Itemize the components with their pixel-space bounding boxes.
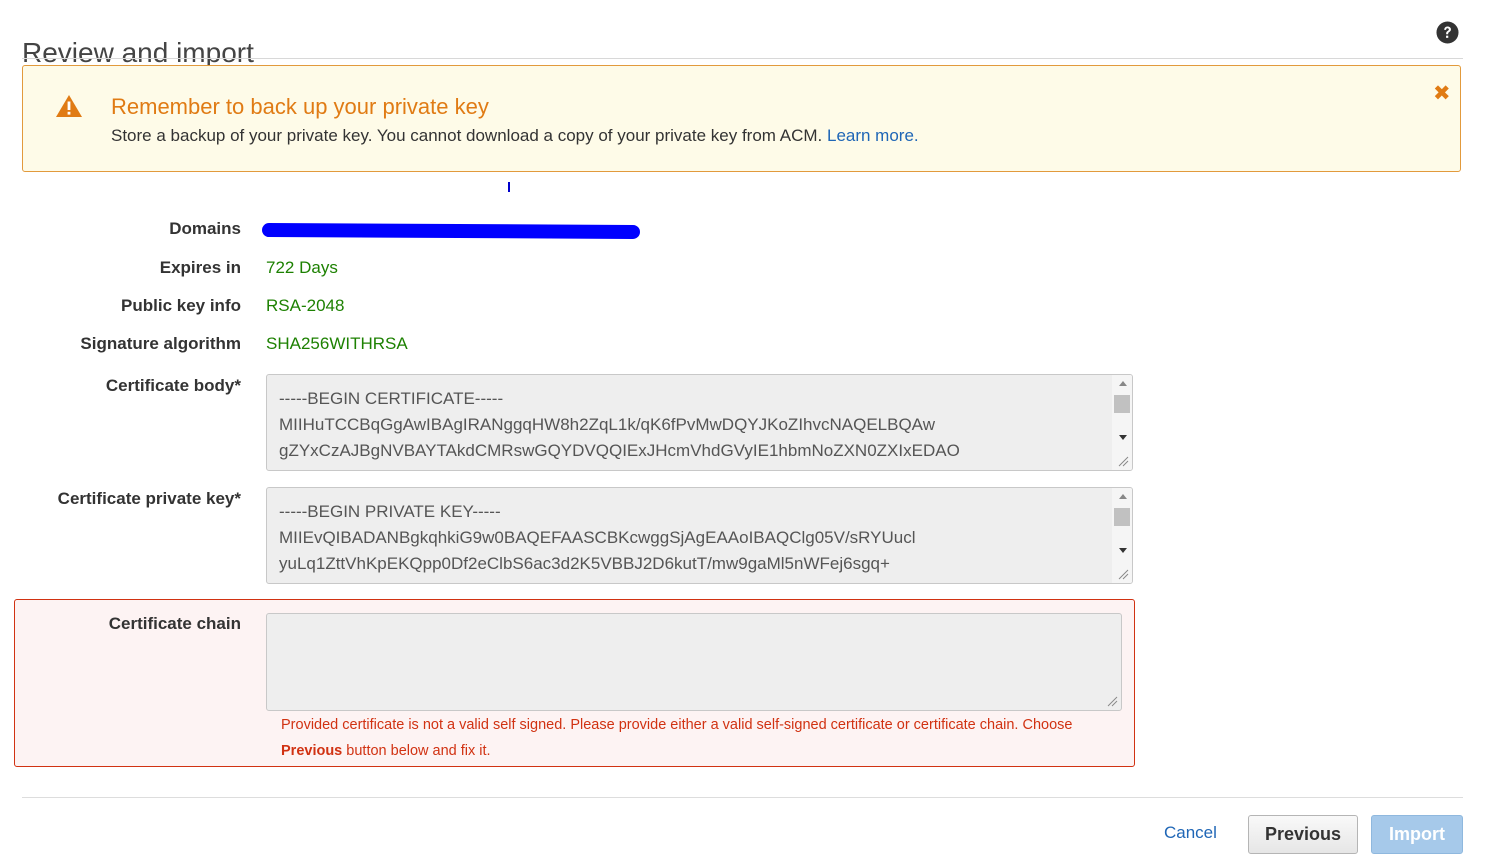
- resize-grip-icon[interactable]: [1106, 695, 1118, 707]
- close-icon[interactable]: ✖: [1433, 83, 1451, 104]
- certificate-chain-label: Certificate chain: [108, 614, 241, 633]
- scroll-thumb[interactable]: [1114, 395, 1130, 413]
- alert-title: Remember to back up your private key: [111, 94, 489, 119]
- private-key-text: -----BEGIN PRIVATE KEY----- MIIEvQIBADAN…: [279, 502, 916, 573]
- public-key-label: Public key info: [121, 296, 241, 315]
- certificate-chain-textarea[interactable]: [266, 613, 1122, 711]
- certificate-chain-error: Provided certificate is not a valid self…: [281, 712, 1121, 764]
- signature-label: Signature algorithm: [80, 334, 241, 353]
- error-suffix: button below and fix it.: [346, 743, 491, 759]
- resize-grip-icon[interactable]: [1117, 455, 1129, 467]
- public-key-value: RSA-2048: [266, 296, 345, 315]
- scroll-up-arrow-icon[interactable]: [1119, 494, 1127, 499]
- scroll-down-arrow-icon[interactable]: [1119, 435, 1127, 440]
- signature-value: SHA256WITHRSA: [266, 334, 408, 353]
- cancel-button[interactable]: Cancel: [1164, 823, 1217, 843]
- domains-label: Domains: [169, 219, 241, 238]
- footer-divider: [22, 797, 1463, 798]
- title-divider: [22, 58, 1463, 59]
- learn-more-link[interactable]: Learn more.: [827, 126, 919, 145]
- resize-grip-icon[interactable]: [1117, 568, 1129, 580]
- certificate-body-label: Certificate body*: [105, 376, 241, 395]
- scroll-thumb[interactable]: [1114, 508, 1130, 526]
- page-title: Review and import: [22, 36, 254, 68]
- question-circle-icon[interactable]: [1436, 21, 1459, 44]
- expires-value: 722 Days: [266, 258, 338, 277]
- redaction-mark: [508, 182, 510, 192]
- certificate-body-textarea[interactable]: -----BEGIN CERTIFICATE----- MIIHuTCCBqGg…: [266, 374, 1133, 471]
- expires-label: Expires in: [159, 258, 241, 277]
- previous-button[interactable]: Previous: [1248, 815, 1358, 854]
- private-key-label: Certificate private key*: [57, 489, 241, 508]
- private-key-textarea[interactable]: -----BEGIN PRIVATE KEY----- MIIEvQIBADAN…: [266, 487, 1133, 584]
- alert-message-line: Store a backup of your private key. You …: [111, 126, 919, 146]
- warning-triangle-icon: [56, 95, 82, 117]
- import-button[interactable]: Import: [1371, 815, 1463, 854]
- domain-redaction: [261, 223, 641, 239]
- scroll-up-arrow-icon[interactable]: [1119, 381, 1127, 386]
- backup-warning-alert: Remember to back up your private key Sto…: [22, 65, 1461, 172]
- certificate-body-text: -----BEGIN CERTIFICATE----- MIIHuTCCBqGg…: [279, 389, 960, 460]
- scroll-down-arrow-icon[interactable]: [1119, 548, 1127, 553]
- error-previous-keyword: Previous: [281, 743, 343, 759]
- error-message: Provided certificate is not a valid self…: [281, 717, 1073, 733]
- alert-message: Store a backup of your private key. You …: [111, 126, 823, 145]
